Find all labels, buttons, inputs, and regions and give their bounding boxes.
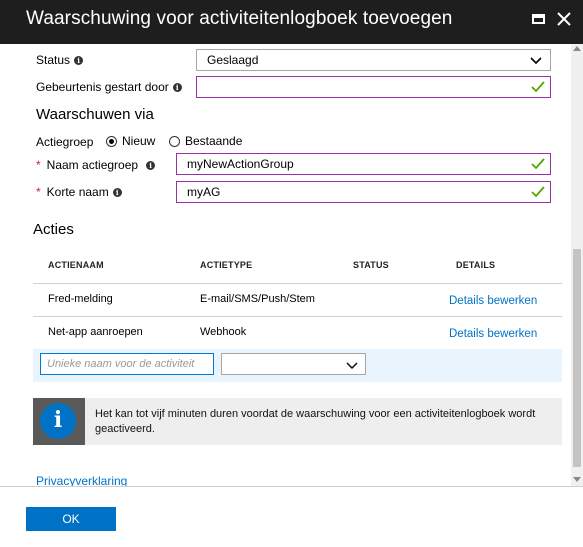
edit-details-link[interactable]: Details bewerken xyxy=(449,295,537,307)
footer: OK xyxy=(0,486,583,547)
status-select[interactable]: Geslaagd xyxy=(196,49,551,71)
action-group-label: Actiegroep xyxy=(36,135,94,149)
event-initiated-input[interactable] xyxy=(196,76,551,98)
notify-section-title: Waarschuwen via xyxy=(36,106,154,123)
action-type: E-mail/SMS/Push/Stem xyxy=(200,293,315,305)
ok-button[interactable]: OK xyxy=(26,507,116,531)
event-initiated-label: Gebeurtenis gestart door i xyxy=(36,80,182,94)
table-header: ACTIENAAM ACTIETYPE STATUS DETAILS xyxy=(33,247,562,284)
short-name-input[interactable]: myAG xyxy=(176,181,551,203)
radio-unselected-icon xyxy=(169,136,180,147)
check-icon xyxy=(531,158,545,170)
maximize-icon xyxy=(532,14,545,24)
column-header: ACTIETYPE xyxy=(200,260,253,270)
check-icon xyxy=(531,186,545,198)
short-name-label: * Korte naam i xyxy=(36,185,122,199)
action-name: Net-app aanroepen xyxy=(48,326,143,338)
radio-existing[interactable]: Bestaande xyxy=(169,134,242,148)
title-bar: Waarschuwing voor activiteitenlogboek to… xyxy=(0,0,583,44)
privacy-link[interactable]: Privacyverklaring xyxy=(36,474,127,486)
window-title: Waarschuwing voor activiteitenlogboek to… xyxy=(26,8,453,29)
required-marker: * xyxy=(36,185,41,199)
new-action-row: Unieke naam voor de activiteit xyxy=(33,349,562,382)
required-marker: * xyxy=(36,158,41,172)
table-row[interactable]: Fred-melding E-mail/SMS/Push/Stem Detail… xyxy=(33,283,562,317)
scrollbar-thumb[interactable] xyxy=(573,249,581,467)
new-action-name-input[interactable]: Unieke naam voor de activiteit xyxy=(40,353,214,375)
radio-selected-icon xyxy=(106,136,117,147)
status-label: Status i xyxy=(36,53,84,67)
column-header: STATUS xyxy=(353,260,389,270)
check-icon xyxy=(531,81,545,93)
actions-section-title: Acties xyxy=(33,221,74,238)
info-banner-icon-area: i xyxy=(33,398,85,445)
info-circle-icon: i xyxy=(40,403,76,439)
column-header: ACTIENAAM xyxy=(48,260,104,270)
close-button[interactable] xyxy=(555,10,575,30)
info-message: Het kan tot vijf minuten duren voordat d… xyxy=(95,408,536,435)
edit-details-link[interactable]: Details bewerken xyxy=(449,328,537,340)
scroll-down-icon[interactable] xyxy=(573,477,581,482)
form-content[interactable]: Status i Geslaagd Gebeurtenis gestart doo… xyxy=(0,44,571,486)
info-icon[interactable]: i xyxy=(172,83,182,92)
info-banner: i Het kan tot vijf minuten duren voordat… xyxy=(33,398,562,445)
status-value: Geslaagd xyxy=(207,53,259,67)
action-type: Webhook xyxy=(200,326,247,338)
chevron-down-icon xyxy=(530,57,542,65)
column-header: DETAILS xyxy=(456,260,496,270)
maximize-button[interactable] xyxy=(530,10,550,30)
close-icon xyxy=(557,12,571,26)
table-row[interactable]: Net-app aanroepen Webhook Details bewerk… xyxy=(33,316,562,350)
vertical-scrollbar[interactable] xyxy=(571,44,583,486)
chevron-down-icon xyxy=(346,362,358,369)
info-icon[interactable]: i xyxy=(146,161,156,170)
info-icon[interactable]: i xyxy=(74,56,84,65)
radio-new[interactable]: Nieuw xyxy=(106,134,155,148)
scroll-up-icon[interactable] xyxy=(573,46,581,51)
action-name: Fred-melding xyxy=(48,293,113,305)
group-name-input[interactable]: myNewActionGroup xyxy=(176,153,551,175)
group-name-label: * Naam actiegroep i xyxy=(36,158,156,172)
info-icon[interactable]: i xyxy=(112,188,122,197)
new-action-type-select[interactable] xyxy=(221,353,366,375)
